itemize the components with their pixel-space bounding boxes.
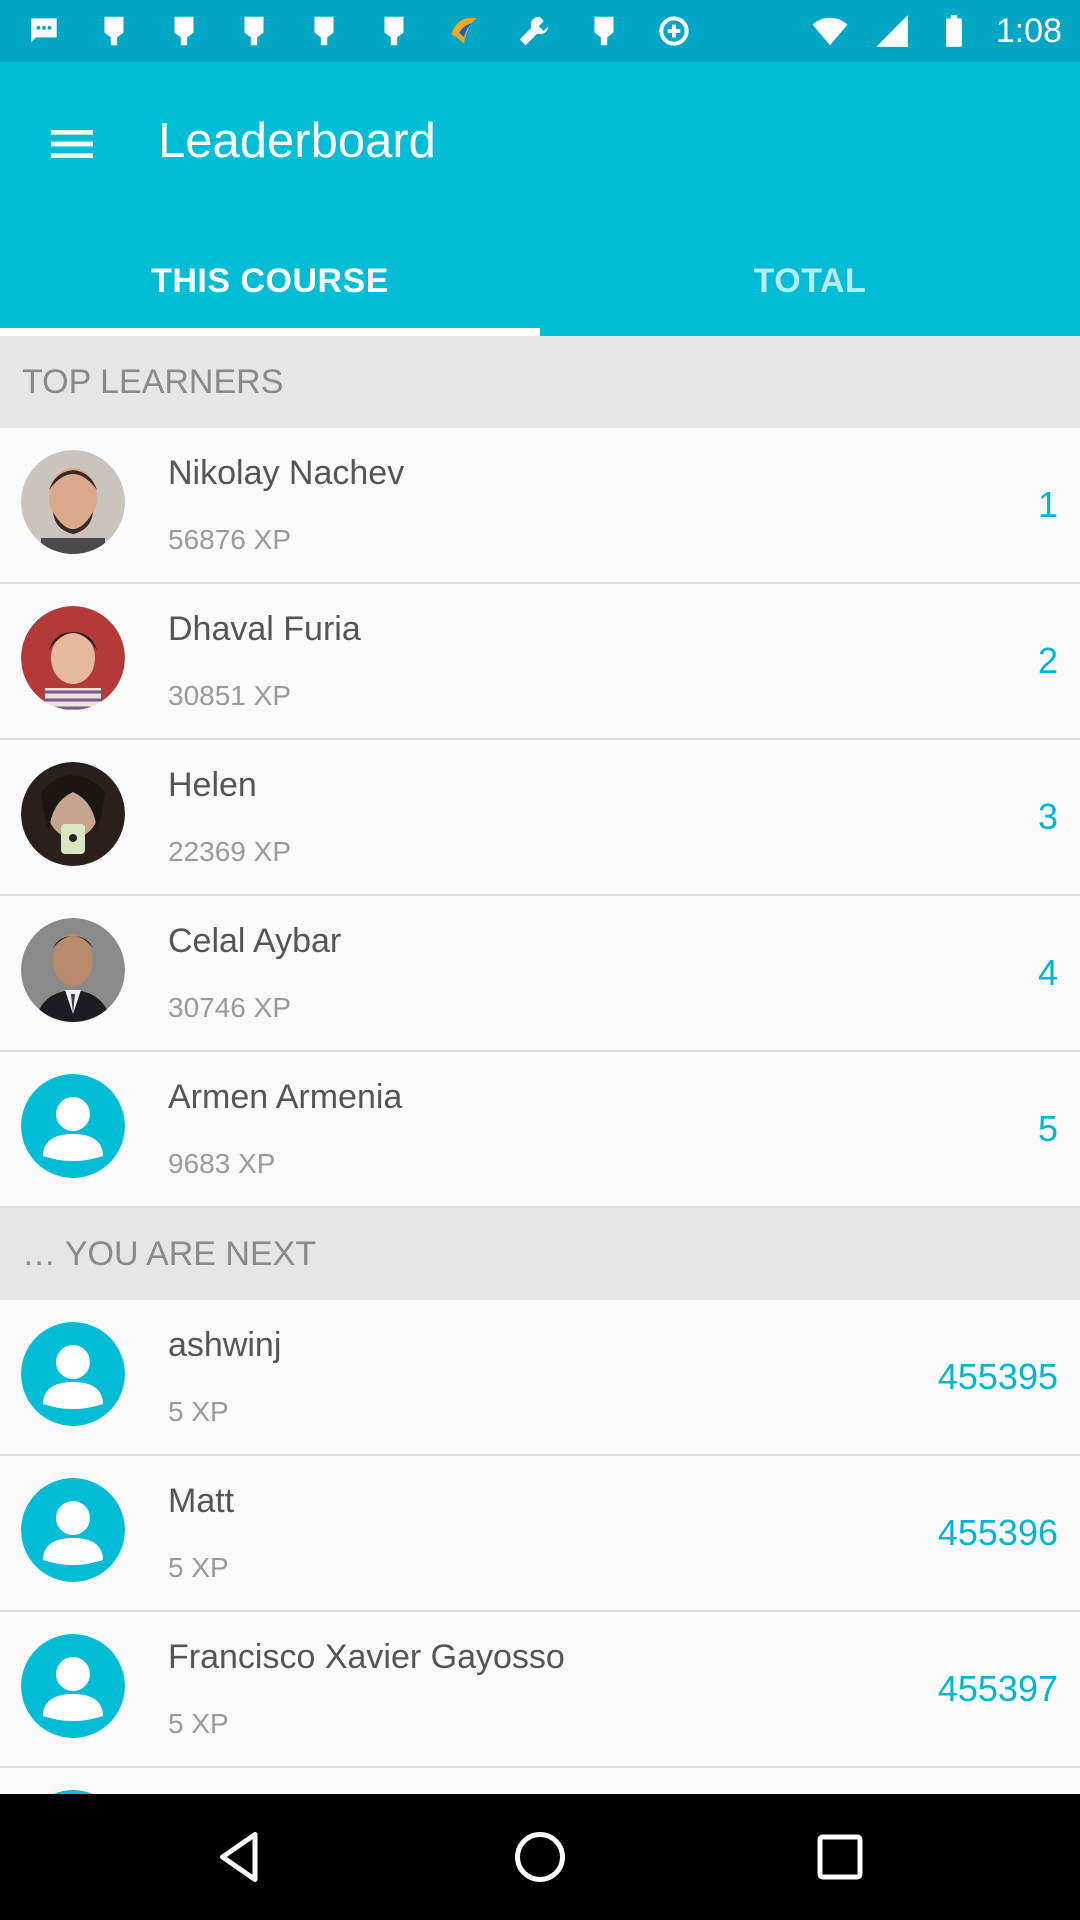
leaderboard-row[interactable]: Helen 22369 XP 3	[0, 740, 1080, 896]
leaderboard-row[interactable]: Celal Aybar 30746 XP 4	[0, 896, 1080, 1052]
avatar	[21, 606, 125, 710]
learner-rank: 455397	[937, 1668, 1058, 1709]
wifi-icon	[810, 11, 850, 51]
leaderboard-row[interactable]: Dhaval Furia 30851 XP 2	[0, 584, 1080, 740]
learner-name: Dhaval Furia	[168, 610, 361, 648]
avatar	[21, 450, 125, 554]
maps-pin-icon	[164, 11, 204, 51]
tab-indicator	[0, 328, 540, 336]
leaderboard-row[interactable]: Nikolay Nachev 56876 XP 1	[0, 428, 1080, 584]
default-user-icon	[21, 1074, 125, 1178]
tab-this-course[interactable]: THIS COURSE	[0, 226, 540, 336]
menu-button[interactable]	[32, 104, 112, 184]
system-icons: 1:08	[810, 11, 1062, 51]
recents-button[interactable]	[785, 1802, 895, 1912]
default-user-icon	[21, 1322, 125, 1426]
learner-xp: 5 XP	[168, 1396, 229, 1427]
app-bar: Leaderboard THIS COURSE TOTAL	[0, 62, 1080, 336]
battery-icon	[934, 11, 974, 51]
maps-pin-icon	[94, 11, 134, 51]
leaderboard-row[interactable]: Armen Armenia 9683 XP 5	[0, 1052, 1080, 1208]
status-bar: 1:08	[0, 0, 1080, 62]
home-icon	[515, 1832, 565, 1882]
maps-pin-icon	[584, 11, 624, 51]
wrench-icon	[514, 11, 554, 51]
learner-name: Helen	[168, 766, 257, 804]
learner-rank: 455395	[937, 1356, 1058, 1397]
tab-total[interactable]: TOTAL	[540, 226, 1080, 336]
learner-xp: 5 XP	[168, 1708, 229, 1739]
learner-rank: 4	[1037, 952, 1058, 993]
learner-xp: 5 XP	[168, 1552, 229, 1583]
back-button[interactable]	[185, 1802, 295, 1912]
learner-name: Nikolay Nachev	[168, 454, 405, 492]
default-user-icon	[21, 1634, 125, 1738]
learner-name: Celal Aybar	[168, 922, 342, 960]
learner-xp: 9683 XP	[168, 1148, 276, 1179]
tab-bar: THIS COURSE TOTAL	[0, 226, 1080, 336]
you-are-next-header: … YOU ARE NEXT	[0, 1208, 1080, 1300]
learner-rank: 2	[1037, 640, 1058, 681]
avatar	[21, 918, 125, 1022]
default-user-icon	[21, 1478, 125, 1582]
leaderboard-row[interactable]: Francisco Xavier Gayosso 5 XP 455397	[0, 1612, 1080, 1768]
maps-pin-icon	[234, 11, 274, 51]
clock: 1:08	[995, 11, 1062, 50]
recents-icon	[817, 1834, 863, 1880]
learner-name: Francisco Xavier Gayosso	[168, 1638, 565, 1676]
learner-xp: 30851 XP	[168, 680, 291, 711]
learner-name: Matt	[168, 1482, 235, 1520]
learner-name: Armen Armenia	[168, 1078, 403, 1116]
leaderboard-row[interactable]: Matt 5 XP 455396	[0, 1456, 1080, 1612]
learner-xp: 56876 XP	[168, 524, 291, 555]
learner-rank: 3	[1037, 796, 1058, 837]
maps-pin-icon	[304, 11, 344, 51]
learner-rank: 1	[1037, 484, 1058, 525]
learner-xp: 30746 XP	[168, 992, 291, 1023]
app-screen: 1:08 Leaderboard THIS COURSE TOTAL TOP L…	[0, 0, 1080, 1920]
back-icon	[220, 1832, 258, 1882]
hamburger-menu-icon	[51, 130, 93, 158]
learner-name: ashwinj	[168, 1326, 282, 1364]
notification-icons	[24, 11, 694, 51]
maps-pin-icon	[374, 11, 414, 51]
messages-icon	[24, 11, 64, 51]
system-nav-bar	[0, 1794, 1080, 1920]
learner-xp: 22369 XP	[168, 836, 291, 867]
page-title: Leaderboard	[158, 114, 436, 168]
data-saver-icon	[654, 11, 694, 51]
home-button[interactable]	[485, 1802, 595, 1912]
app-logo-icon	[444, 11, 484, 51]
top-learners-header: TOP LEARNERS	[0, 336, 1080, 428]
avatar	[21, 762, 125, 866]
learner-rank: 5	[1037, 1108, 1058, 1149]
leaderboard-row[interactable]: ashwinj 5 XP 455395	[0, 1300, 1080, 1456]
learner-rank: 455396	[937, 1512, 1058, 1553]
signal-icon	[872, 11, 912, 51]
